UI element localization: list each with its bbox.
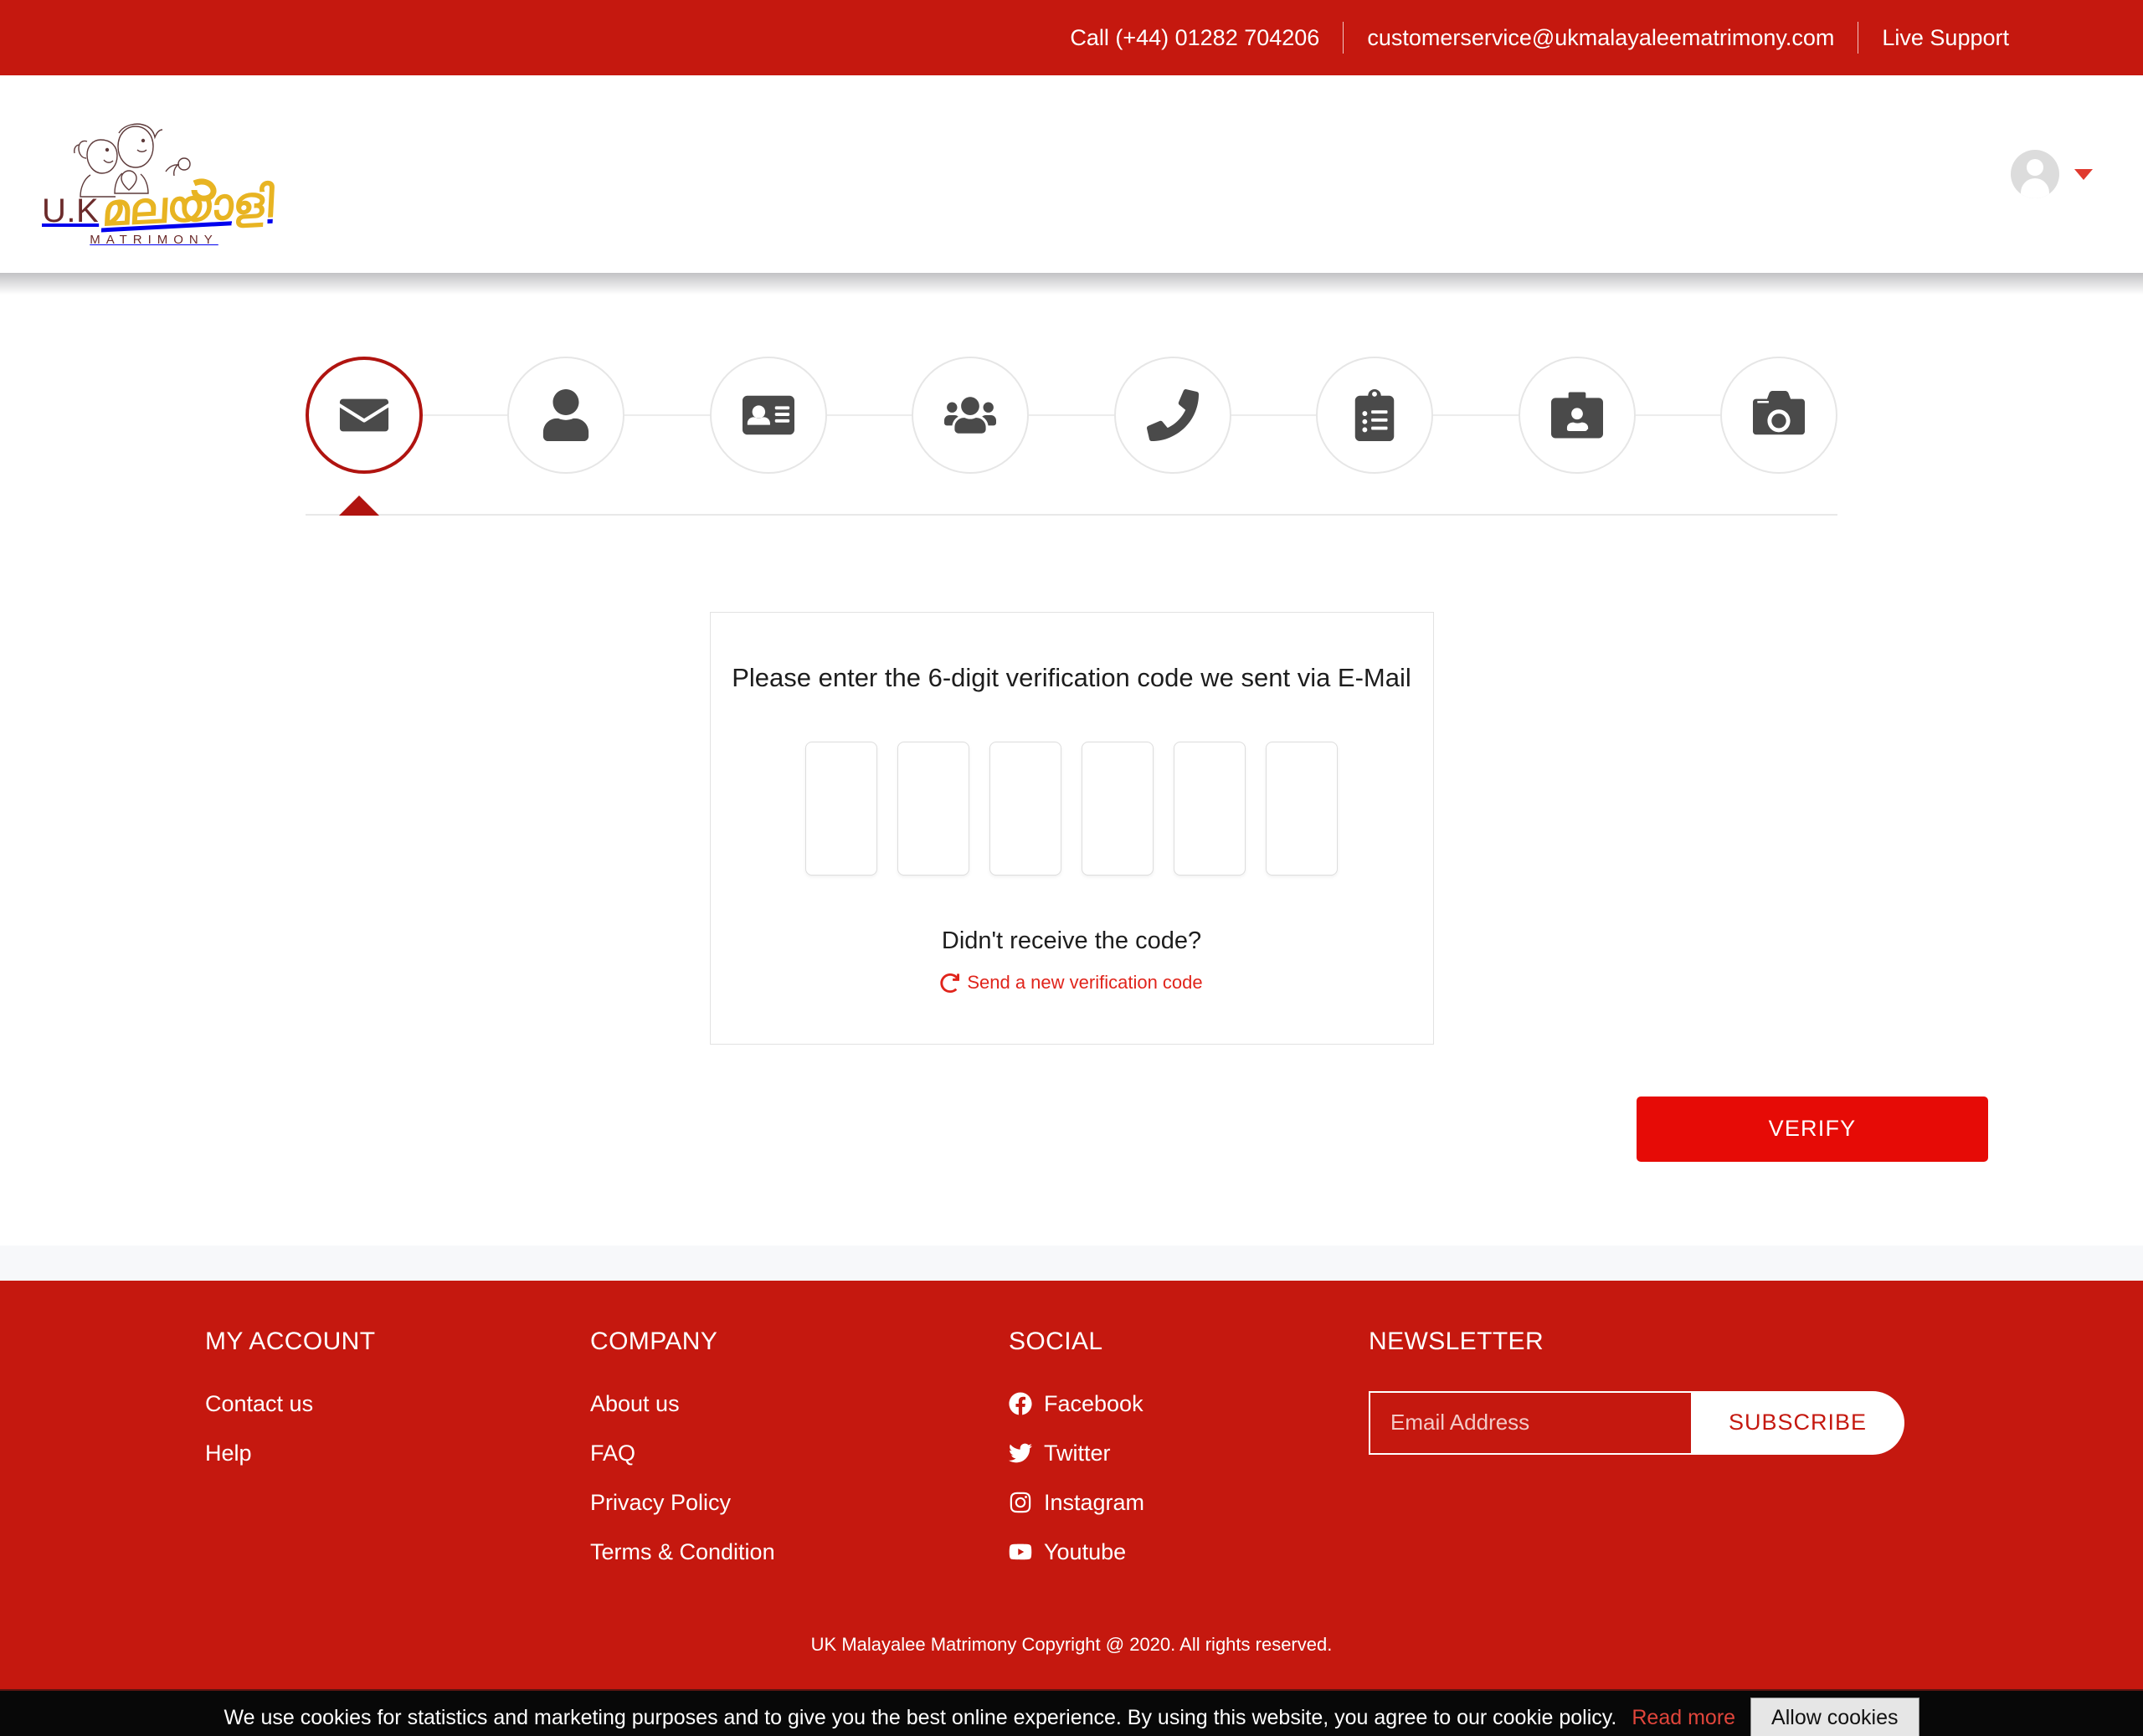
- footer-column-newsletter: NEWSLETTER SUBSCRIBE: [1369, 1328, 1938, 1589]
- otp-digit-6[interactable]: [1266, 742, 1338, 876]
- step-personal-details[interactable]: [710, 357, 827, 474]
- newsletter-form: SUBSCRIBE: [1369, 1391, 1904, 1455]
- active-step-pointer: [339, 496, 379, 516]
- step-photos[interactable]: [1720, 357, 1837, 474]
- logo-script-text: മലയാളി: [101, 182, 275, 232]
- avatar[interactable]: [2011, 150, 2059, 198]
- footer-link-help[interactable]: Help: [205, 1441, 590, 1466]
- social-link-youtube[interactable]: Youtube: [1009, 1539, 1369, 1565]
- footer-heading-my-account: MY ACCOUNT: [205, 1328, 590, 1356]
- footer-link-contact-us[interactable]: Contact us: [205, 1391, 590, 1417]
- users-icon: [944, 389, 996, 441]
- footer-heading-newsletter: NEWSLETTER: [1369, 1328, 1938, 1356]
- main-content: Please enter the 6-digit verification co…: [0, 273, 2143, 1246]
- otp-digit-3[interactable]: [989, 742, 1061, 876]
- footer-column-my-account: MY ACCOUNT Contact us Help: [205, 1328, 590, 1589]
- newsletter-email-input[interactable]: [1369, 1391, 1691, 1455]
- live-support-link[interactable]: Live Support: [1882, 25, 2009, 51]
- social-label-twitter: Twitter: [1044, 1441, 1111, 1466]
- account-menu[interactable]: [2011, 150, 2118, 198]
- social-label-instagram: Instagram: [1044, 1490, 1144, 1516]
- resend-code-label: Send a new verification code: [967, 972, 1202, 994]
- clipboard-list-icon: [1349, 389, 1400, 441]
- subscribe-button[interactable]: SUBSCRIBE: [1691, 1391, 1904, 1455]
- twitter-icon: [1009, 1441, 1032, 1465]
- person-icon: [540, 389, 592, 441]
- logo-matrimony-text: MATRIMONY: [42, 233, 234, 247]
- email-link[interactable]: customerservice@ukmalayaleematrimony.com: [1367, 25, 1834, 51]
- phone-icon: [1147, 389, 1199, 441]
- social-label-facebook: Facebook: [1044, 1391, 1143, 1417]
- social-link-facebook[interactable]: Facebook: [1009, 1391, 1369, 1417]
- step-contact[interactable]: [1114, 357, 1231, 474]
- refresh-icon: [940, 973, 959, 993]
- top-contact-bar: Call (+44) 01282 704206 customerservice@…: [0, 0, 2143, 75]
- social-link-instagram[interactable]: Instagram: [1009, 1490, 1369, 1516]
- step-email[interactable]: [306, 357, 423, 474]
- cookie-banner: We use cookies for statistics and market…: [0, 1689, 2143, 1736]
- phone-link[interactable]: Call (+44) 01282 704206: [1070, 25, 1319, 51]
- camera-icon: [1753, 389, 1805, 441]
- main-bottom-spacer: [0, 1162, 2143, 1246]
- facebook-icon: [1009, 1392, 1032, 1415]
- resend-code-link[interactable]: Send a new verification code: [940, 972, 1202, 994]
- verify-button[interactable]: VERIFY: [1637, 1097, 1988, 1162]
- youtube-icon: [1009, 1540, 1032, 1564]
- footer-column-social: SOCIAL Facebook Twitter Instagram Youtub…: [1009, 1328, 1369, 1589]
- footer-column-company: COMPANY About us FAQ Privacy Policy Term…: [590, 1328, 1009, 1589]
- footer-link-about-us[interactable]: About us: [590, 1391, 1009, 1417]
- otp-digit-5[interactable]: [1174, 742, 1246, 876]
- step-profile[interactable]: [507, 357, 624, 474]
- otp-digit-4[interactable]: [1082, 742, 1154, 876]
- allow-cookies-button[interactable]: Allow cookies: [1750, 1697, 1919, 1736]
- step-preferences[interactable]: [1316, 357, 1433, 474]
- site-footer: MY ACCOUNT Contact us Help COMPANY About…: [0, 1281, 2143, 1689]
- otp-digit-1[interactable]: [805, 742, 877, 876]
- site-logo[interactable]: U.K മലയാളി MATRIMONY: [42, 101, 234, 247]
- pre-footer-strip: [0, 1246, 2143, 1281]
- chevron-down-icon[interactable]: [2074, 169, 2093, 180]
- verification-card: Please enter the 6-digit verification co…: [710, 612, 1434, 1045]
- id-card-icon: [743, 389, 794, 441]
- otp-digit-2[interactable]: [897, 742, 969, 876]
- site-header: U.K മലയാളി MATRIMONY: [0, 75, 2143, 273]
- verification-title: Please enter the 6-digit verification co…: [711, 663, 1433, 693]
- footer-link-privacy-policy[interactable]: Privacy Policy: [590, 1490, 1009, 1516]
- topbar-divider-1: [1343, 22, 1344, 54]
- stepper-baseline: [306, 514, 1837, 516]
- avatar-body: [2021, 178, 2049, 198]
- copyright-text: UK Malayalee Matrimony Copyright @ 2020.…: [0, 1589, 2143, 1689]
- id-badge-icon: [1551, 389, 1603, 441]
- footer-link-faq[interactable]: FAQ: [590, 1441, 1009, 1466]
- footer-heading-company: COMPANY: [590, 1328, 1009, 1356]
- footer-heading-social: SOCIAL: [1009, 1328, 1369, 1356]
- social-label-youtube: Youtube: [1044, 1539, 1126, 1565]
- registration-stepper: [306, 357, 1837, 474]
- social-link-twitter[interactable]: Twitter: [1009, 1441, 1369, 1466]
- footer-link-terms[interactable]: Terms & Condition: [590, 1539, 1009, 1565]
- step-identity[interactable]: [1519, 357, 1636, 474]
- envelope-icon: [338, 389, 390, 441]
- instagram-icon: [1009, 1491, 1032, 1514]
- page-root: Call (+44) 01282 704206 customerservice@…: [0, 0, 2143, 1736]
- step-family[interactable]: [912, 357, 1029, 474]
- verify-action-row: VERIFY: [155, 1097, 1988, 1162]
- cookie-read-more-link[interactable]: Read more: [1632, 1706, 1735, 1730]
- otp-input-group: [711, 742, 1433, 876]
- cookie-message: We use cookies for statistics and market…: [224, 1706, 1616, 1730]
- no-code-text: Didn't receive the code?: [711, 927, 1433, 955]
- avatar-head: [2027, 159, 2043, 176]
